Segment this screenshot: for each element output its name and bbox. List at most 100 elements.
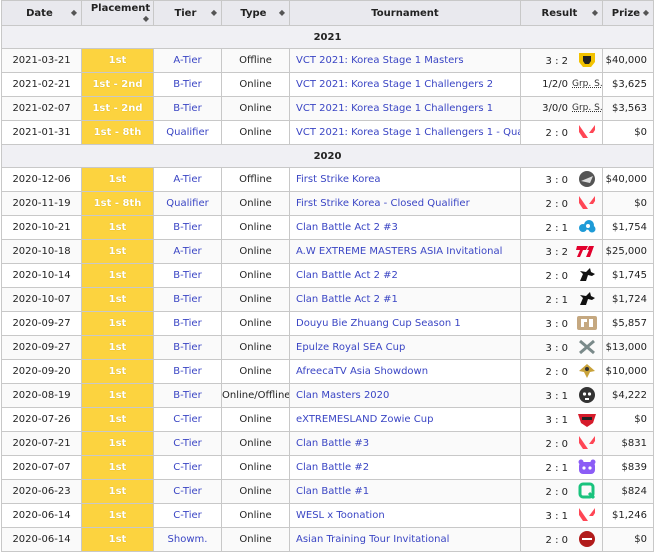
tier-link[interactable]: C-Tier (153, 431, 222, 456)
date-cell: 2020-09-27 (1, 311, 82, 336)
score-text: 2 : 0 (545, 270, 568, 282)
tier-link[interactable]: B-Tier (153, 96, 222, 121)
tier-link[interactable]: Showm. (153, 527, 222, 552)
tier-link[interactable]: B-Tier (153, 311, 222, 336)
green-q-logo[interactable] (572, 482, 602, 502)
placement-cell: 1st (81, 527, 154, 552)
tier-link[interactable]: Qualifier (153, 191, 222, 216)
column-header-placement[interactable]: Placement ◆ (81, 0, 154, 26)
table-row: 2021-03-21 1st A-Tier Offline VCT 2021: Kore… (1, 48, 654, 73)
valorant-logo[interactable] (572, 506, 602, 526)
table-row: 2020-07-26 1st C-Tier Online eXTREMESLAND Zo… (1, 407, 654, 432)
result-cell: 2 : 0 (520, 479, 603, 504)
tournament-link[interactable]: WESL x Toonation (289, 503, 521, 528)
yellow-team-logo[interactable] (572, 51, 602, 71)
result-cell: 3 : 1 (520, 503, 603, 528)
column-header-type[interactable]: Type ◆ (221, 0, 290, 26)
tournament-link[interactable]: AfreecaTV Asia Showdown (289, 359, 521, 384)
group-stage-abbr: Grp. S. (572, 79, 603, 89)
sort-arrows-icon[interactable]: ◆ (71, 8, 77, 17)
tournament-link[interactable]: Clan Battle Act 2 #1 (289, 287, 521, 312)
tournament-link[interactable]: Asian Training Tour Invitational (289, 527, 521, 552)
tournament-link[interactable]: Clan Battle #3 (289, 431, 521, 456)
tier-link[interactable]: B-Tier (153, 215, 222, 240)
placement-cell: 1st - 8th (81, 191, 154, 216)
date-cell: 2021-03-21 (1, 48, 82, 73)
tournament-link[interactable]: Epulze Royal SEA Cup (289, 335, 521, 360)
eagle-logo[interactable] (572, 362, 602, 382)
tournament-link[interactable]: eXTREMESLAND Zowie Cup (289, 407, 521, 432)
tournament-link[interactable]: VCT 2021: Korea Stage 1 Challengers 1 (289, 96, 521, 121)
tier-link[interactable]: B-Tier (153, 263, 222, 288)
valorant-logo[interactable] (572, 434, 602, 454)
tournament-link[interactable]: VCT 2021: Korea Stage 1 Challengers 2 (289, 72, 521, 97)
tier-link[interactable]: C-Tier (153, 455, 222, 480)
placement-cell: 1st (81, 383, 154, 408)
tournament-link[interactable]: Clan Battle Act 2 #2 (289, 263, 521, 288)
date-cell: 2021-02-07 (1, 96, 82, 121)
red-shield-logo[interactable] (572, 410, 602, 430)
sort-arrows-icon[interactable]: ◆ (211, 8, 217, 17)
type-cell: Online/Offline (221, 383, 290, 408)
result-cell: 3 : 0 (520, 335, 603, 360)
score-text: 3 : 1 (545, 510, 568, 522)
placement-cell: 1st (81, 455, 154, 480)
result-cell: 2 : 0 (520, 359, 603, 384)
column-header-date[interactable]: Date ◆ (1, 0, 82, 26)
sort-arrows-icon[interactable]: ◆ (143, 14, 149, 23)
tier-link[interactable]: A-Tier (153, 167, 222, 192)
tier-link[interactable]: C-Tier (153, 503, 222, 528)
grey-team-logo[interactable] (572, 170, 602, 190)
type-cell: Online (221, 96, 290, 121)
tier-link[interactable]: C-Tier (153, 407, 222, 432)
tournament-link[interactable]: Clan Battle Act 2 #3 (289, 215, 521, 240)
table-row: 2020-06-23 1st C-Tier Online Clan Battle #1 2… (1, 479, 654, 504)
tier-link[interactable]: B-Tier (153, 383, 222, 408)
tournament-link[interactable]: Clan Battle #1 (289, 479, 521, 504)
tournament-link[interactable]: Douyu Bie Zhuang Cup Season 1 (289, 311, 521, 336)
rng-logo[interactable] (572, 314, 602, 334)
crossed-x-logo[interactable] (572, 338, 602, 358)
tournament-link[interactable]: Clan Masters 2020 (289, 383, 521, 408)
column-header-prize[interactable]: Prize ◆ (602, 0, 654, 26)
tier-link[interactable]: C-Tier (153, 479, 222, 504)
tier-link[interactable]: Qualifier (153, 120, 222, 145)
tier-link[interactable]: B-Tier (153, 335, 222, 360)
tournament-link[interactable]: VCT 2021: Korea Stage 1 Masters (289, 48, 521, 73)
tier-link[interactable]: A-Tier (153, 48, 222, 73)
result-cell: 3 : 1 (520, 407, 603, 432)
sort-arrows-icon[interactable]: ◆ (279, 8, 285, 17)
prize-cell: $5,857 (602, 311, 654, 336)
column-header-result[interactable]: Result ◆ (520, 0, 603, 26)
purple-team-logo[interactable] (572, 458, 602, 478)
tier-link[interactable]: B-Tier (153, 287, 222, 312)
skull-logo[interactable] (572, 386, 602, 406)
column-header-tier[interactable]: Tier ◆ (153, 0, 222, 26)
date-cell: 2021-01-31 (1, 120, 82, 145)
tournament-link[interactable]: First Strike Korea (289, 167, 521, 192)
sort-arrows-icon[interactable]: ◆ (643, 8, 649, 17)
prize-cell: $3,625 (602, 72, 654, 97)
placement-cell: 1st (81, 311, 154, 336)
tournament-link[interactable]: VCT 2021: Korea Stage 1 Challengers 1 - … (289, 120, 521, 145)
valorant-logo[interactable] (572, 194, 602, 214)
valorant-logo[interactable] (572, 123, 602, 143)
year-group-row: 2020 (1, 144, 654, 168)
horse-logo[interactable] (572, 290, 602, 310)
result-cell: 3/0/0 Grp. S. (520, 96, 603, 121)
red-circle-logo[interactable] (572, 530, 602, 550)
placement-cell: 1st (81, 407, 154, 432)
sort-arrows-icon[interactable]: ◆ (592, 8, 598, 17)
t1-logo[interactable] (572, 242, 602, 262)
tournament-link[interactable]: Clan Battle #2 (289, 455, 521, 480)
horse-logo[interactable] (572, 266, 602, 286)
tier-link[interactable]: B-Tier (153, 359, 222, 384)
type-cell: Offline (221, 48, 290, 73)
tier-link[interactable]: A-Tier (153, 239, 222, 264)
placement-cell: 1st (81, 263, 154, 288)
table-row: 2020-06-14 1st Showm. Online Asian Training … (1, 527, 654, 552)
tournament-link[interactable]: First Strike Korea - Closed Qualifier (289, 191, 521, 216)
tier-link[interactable]: B-Tier (153, 72, 222, 97)
cloud9-logo[interactable] (572, 218, 602, 238)
tournament-link[interactable]: A.W EXTREME MASTERS ASIA Invitational (289, 239, 521, 264)
